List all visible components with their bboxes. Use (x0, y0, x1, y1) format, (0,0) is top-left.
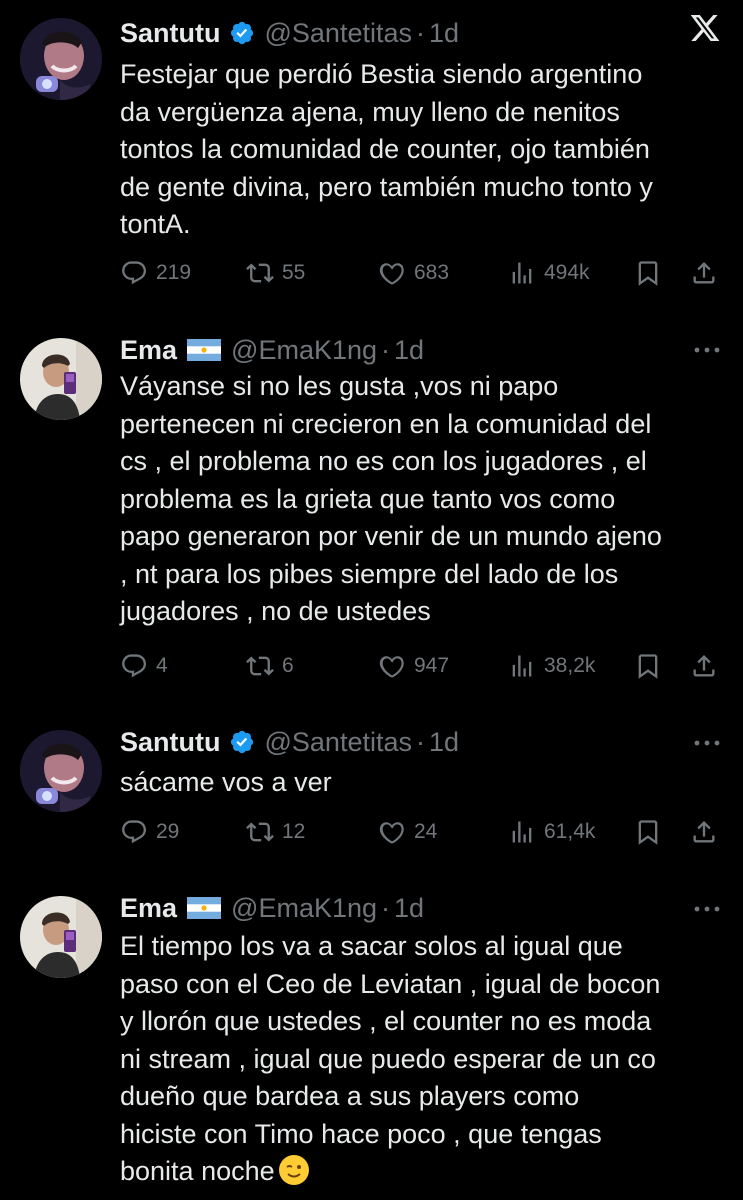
tweet-text-content: El tiempo los va a sacar solos al igual … (120, 931, 661, 1186)
separator-dot: · (416, 726, 425, 757)
reply-count: 219 (156, 261, 192, 284)
tweet-text: El tiempo los va a sacar solos al igual … (120, 928, 720, 1191)
reply-count: 29 (156, 820, 180, 843)
share-button[interactable] (690, 814, 726, 850)
views-icon (508, 652, 536, 680)
avatar[interactable] (20, 338, 102, 420)
handle[interactable]: @Santetitas (265, 18, 413, 49)
view-count: 61,4k (544, 820, 596, 843)
x-logo-icon[interactable] (689, 12, 721, 44)
reply-icon (120, 259, 148, 287)
reply-button[interactable]: 29 (120, 814, 179, 850)
reply-icon (120, 818, 148, 846)
like-button[interactable]: 683 (378, 255, 449, 291)
winking-face-emoji (278, 1155, 309, 1185)
retweet-button[interactable]: 55 (246, 255, 305, 291)
reply-button[interactable]: 4 (120, 648, 168, 684)
timestamp[interactable]: 1d (429, 727, 459, 758)
share-icon (690, 818, 718, 846)
like-count: 947 (414, 654, 450, 677)
separator-dot: · (381, 334, 391, 365)
argentina-flag-icon (187, 897, 221, 919)
share-icon (690, 652, 718, 680)
tweet-text: Váyanse si no les gusta ,vos ni papo per… (120, 371, 662, 626)
display-name[interactable]: Santutu (120, 18, 221, 49)
retweet-count: 6 (282, 654, 294, 677)
timestamp[interactable]: 1d (394, 893, 424, 924)
like-count: 683 (414, 261, 450, 284)
more-dots-icon[interactable] (693, 903, 721, 915)
bookmark-icon (634, 818, 662, 846)
views-button[interactable]: 61,4k (508, 814, 595, 850)
retweet-count: 55 (282, 261, 306, 284)
display-name[interactable]: Santutu (120, 727, 221, 758)
share-button[interactable] (690, 648, 726, 684)
display-name[interactable]: Ema (120, 335, 177, 366)
tweet-text: sácame vos a ver (120, 767, 332, 797)
bookmark-icon (634, 259, 662, 287)
argentina-flag-icon (187, 339, 221, 361)
action-bar: 29 12 24 61,4k (120, 814, 720, 850)
heart-icon (378, 259, 406, 287)
like-button[interactable]: 24 (378, 814, 437, 850)
views-icon (508, 818, 536, 846)
verified-badge-icon (229, 20, 255, 46)
action-bar: 4 6 947 38,2k (120, 648, 720, 684)
retweet-icon (246, 652, 274, 680)
handle[interactable]: @Santetitas (265, 727, 413, 758)
more-dots-icon[interactable] (693, 737, 721, 749)
tweet-header: Santutu @Santetitas · 1d (120, 722, 459, 762)
retweet-icon (246, 259, 274, 287)
separator-dot: · (381, 892, 391, 923)
tweet-header: Ema @EmaK1ng · 1d (120, 888, 424, 928)
tweet-text: Festejar que perdió Bestia siendo argent… (120, 59, 653, 239)
avatar[interactable] (20, 896, 102, 978)
action-bar: 219 55 683 494k (120, 255, 720, 291)
timestamp[interactable]: 1d (394, 335, 424, 366)
bookmark-button[interactable] (634, 648, 670, 684)
verified-badge-icon (229, 729, 255, 755)
views-icon (508, 259, 536, 287)
reply-count: 4 (156, 654, 168, 677)
separator-dot: · (416, 17, 425, 48)
tweet-header: Ema @EmaK1ng · 1d (120, 330, 424, 370)
retweet-button[interactable]: 6 (246, 648, 294, 684)
handle[interactable]: @EmaK1ng (231, 335, 377, 366)
timestamp[interactable]: 1d (429, 18, 459, 49)
reply-icon (120, 652, 148, 680)
share-icon (690, 259, 718, 287)
tweet-header: Santutu @Santetitas · 1d (120, 13, 459, 53)
heart-icon (378, 818, 406, 846)
like-count: 24 (414, 820, 438, 843)
retweet-icon (246, 818, 274, 846)
reply-button[interactable]: 219 (120, 255, 191, 291)
views-button[interactable]: 38,2k (508, 648, 595, 684)
bookmark-button[interactable] (634, 255, 670, 291)
avatar[interactable] (20, 18, 102, 100)
view-count: 494k (544, 261, 590, 284)
bookmark-icon (634, 652, 662, 680)
avatar[interactable] (20, 730, 102, 812)
views-button[interactable]: 494k (508, 255, 590, 291)
handle[interactable]: @EmaK1ng (231, 893, 377, 924)
retweet-count: 12 (282, 820, 306, 843)
like-button[interactable]: 947 (378, 648, 449, 684)
share-button[interactable] (690, 255, 726, 291)
bookmark-button[interactable] (634, 814, 670, 850)
view-count: 38,2k (544, 654, 596, 677)
retweet-button[interactable]: 12 (246, 814, 305, 850)
heart-icon (378, 652, 406, 680)
display-name[interactable]: Ema (120, 893, 177, 924)
more-dots-icon[interactable] (693, 344, 721, 356)
